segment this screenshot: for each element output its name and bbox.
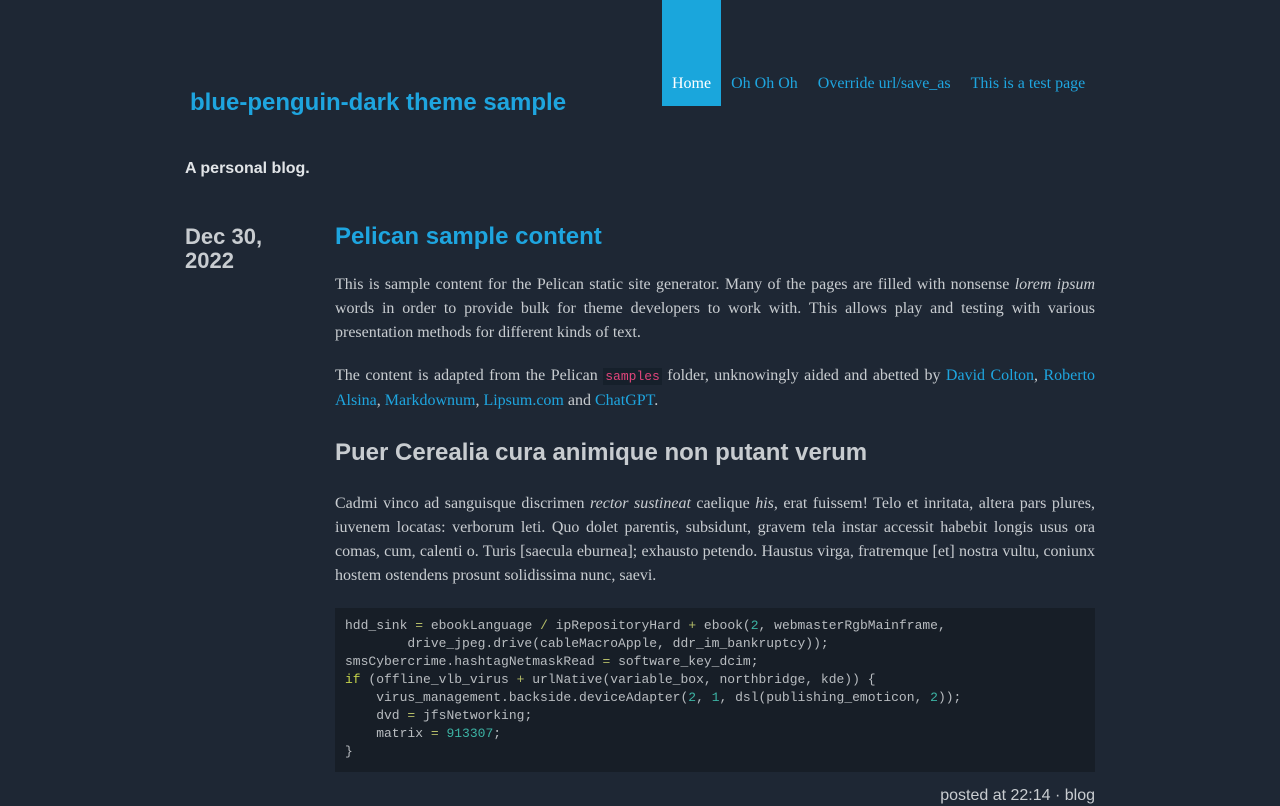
latin-text-2: caelique bbox=[690, 495, 756, 512]
credits-sep-2: , bbox=[376, 392, 385, 409]
intro-text-1: This is sample content for the Pelican s… bbox=[335, 276, 1015, 293]
link-david-colton[interactable]: David Colton bbox=[946, 367, 1034, 384]
category-link[interactable]: blog bbox=[1065, 787, 1095, 804]
article-title[interactable]: Pelican sample content bbox=[335, 222, 1095, 252]
main-nav: Home Oh Oh Oh Override url/save_as This … bbox=[662, 0, 1095, 106]
nav-item-oh-oh-oh[interactable]: Oh Oh Oh bbox=[721, 0, 808, 106]
latin-emphasis-2: his bbox=[755, 495, 774, 512]
intro-paragraph: This is sample content for the Pelican s… bbox=[335, 273, 1095, 345]
code-line: hdd_sink = ebookLanguage / ipRepositoryH… bbox=[345, 618, 946, 633]
post-meta: posted at 22:14 · blog bbox=[335, 786, 1095, 806]
article: Pelican sample content This is sample co… bbox=[335, 222, 1095, 772]
credits-text-1: The content is adapted from the Pelican bbox=[335, 367, 604, 384]
site-title-link[interactable]: blue-penguin-dark theme sample bbox=[190, 89, 566, 116]
code-line: matrix = 913307; bbox=[345, 726, 502, 741]
link-lipsum[interactable]: Lipsum.com bbox=[483, 392, 563, 409]
article-title-link[interactable]: Pelican sample content bbox=[335, 223, 602, 250]
credits-end: . bbox=[654, 392, 659, 409]
credits-sep-4: and bbox=[563, 392, 595, 409]
link-markdownum[interactable]: Markdownum bbox=[385, 392, 476, 409]
article-date: Dec 30, 2022 bbox=[185, 224, 263, 273]
credits-text-2: folder, unknowingly aided and abetted by bbox=[661, 367, 946, 384]
latin-text-1: Cadmi vinco ad sanguisque discrimen bbox=[335, 495, 590, 512]
nav-item-home[interactable]: Home bbox=[662, 0, 722, 106]
section-heading: Puer Cerealia cura animique non putant v… bbox=[335, 439, 868, 466]
nav-item-override-url[interactable]: Override url/save_as bbox=[808, 0, 961, 106]
code-line: dvd = jfsNetworking; bbox=[345, 708, 533, 723]
intro-emphasis: lorem ipsum bbox=[1014, 276, 1095, 293]
code-line: } bbox=[345, 744, 353, 759]
meta-separator: · bbox=[1050, 787, 1065, 804]
code-line: drive_jpeg.drive(cableMacroApple, ddr_im… bbox=[345, 636, 829, 651]
latin-emphasis-1: rector sustineat bbox=[590, 495, 691, 512]
code-line: if (offline_vlb_virus + urlNative(variab… bbox=[345, 672, 876, 687]
samples-inline-code: samples bbox=[603, 368, 662, 385]
latin-paragraph: Cadmi vinco ad sanguisque discrimen rect… bbox=[335, 492, 1095, 588]
code-line: virus_management.backside.deviceAdapter(… bbox=[345, 690, 962, 705]
intro-text-2: words in order to provide bulk for theme… bbox=[335, 300, 1095, 341]
code-block: hdd_sink = ebookLanguage / ipRepositoryH… bbox=[335, 608, 1095, 772]
site-tagline: A personal blog. bbox=[185, 160, 310, 177]
site-title[interactable]: blue-penguin-dark theme sample bbox=[190, 88, 566, 118]
link-chatgpt[interactable]: ChatGPT bbox=[595, 392, 654, 409]
code-line: smsCybercrime.hashtagNetmaskRead = softw… bbox=[345, 654, 759, 669]
nav-item-test-page[interactable]: This is a test page bbox=[961, 0, 1096, 106]
credits-paragraph: The content is adapted from the Pelican … bbox=[335, 364, 1095, 413]
posted-time: posted at 22:14 bbox=[940, 787, 1051, 804]
